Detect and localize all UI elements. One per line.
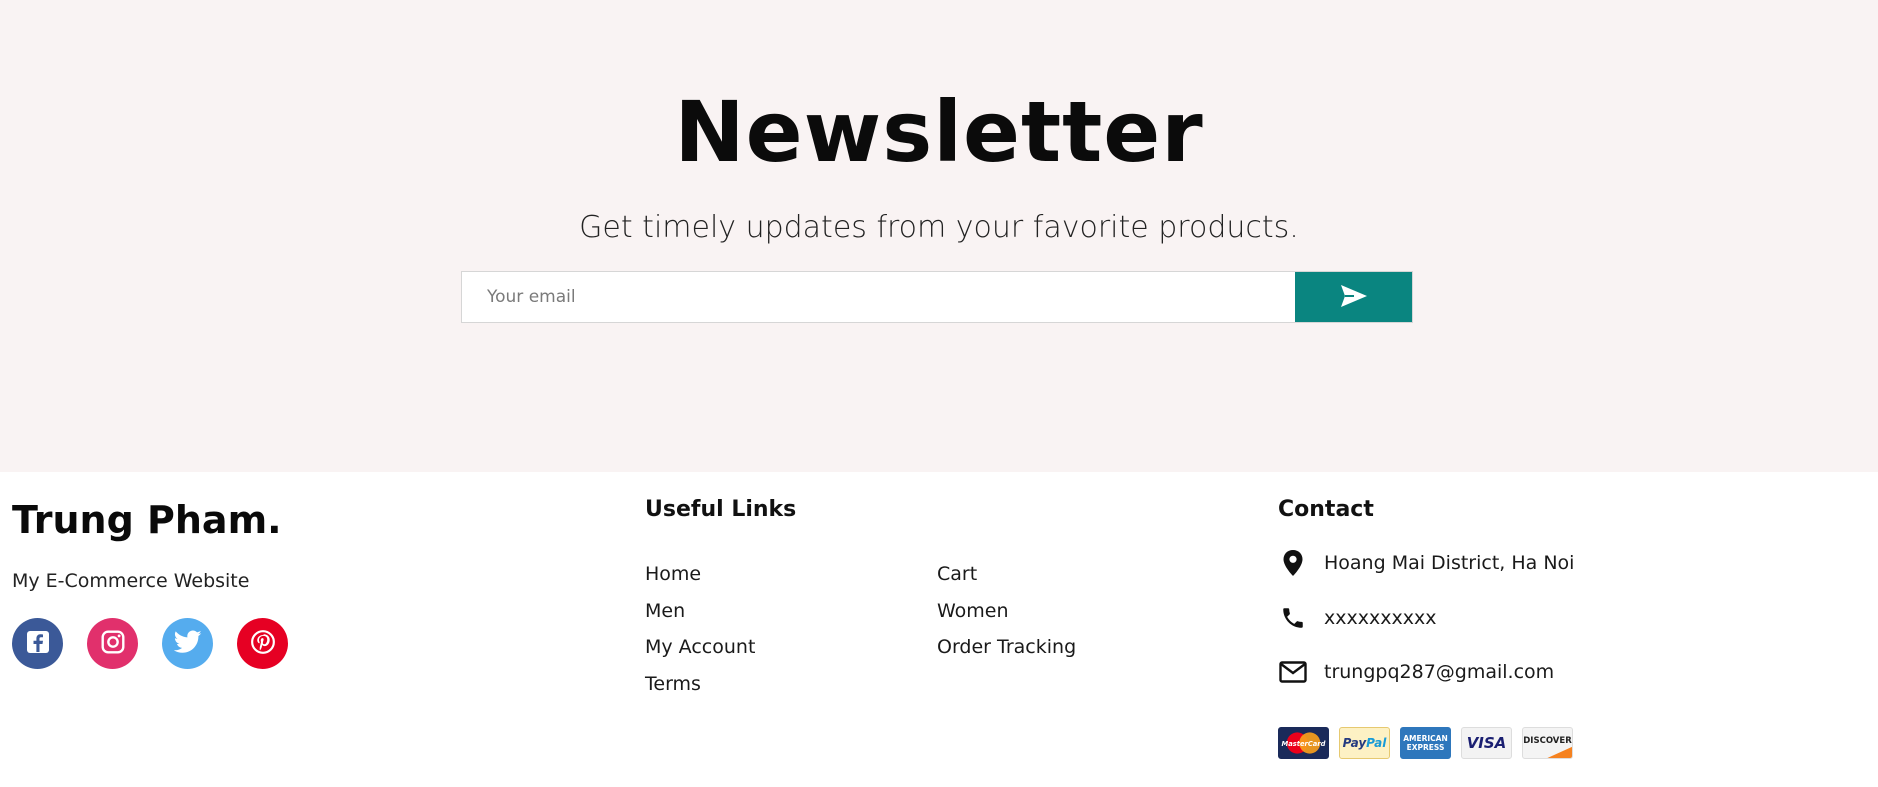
- link-men[interactable]: Men: [645, 598, 685, 624]
- contact-email-text[interactable]: trungpq287@gmail.com: [1324, 661, 1554, 683]
- mastercard-logo: MasterCard: [1278, 727, 1329, 759]
- contact-address: Hoang Mai District, Ha Noi: [1278, 548, 1574, 578]
- pinterest-icon: [250, 629, 276, 659]
- contact-phone-text: xxxxxxxxxx: [1324, 607, 1437, 629]
- facebook-link[interactable]: [12, 618, 63, 669]
- visa-logo: VISA: [1461, 727, 1512, 759]
- link-order-tracking[interactable]: Order Tracking: [937, 634, 1076, 660]
- payment-methods: MasterCard PayPal AMERICAN EXPRESS VISA …: [1278, 727, 1573, 759]
- instagram-icon: [100, 629, 126, 659]
- contact-address-text: Hoang Mai District, Ha Noi: [1324, 552, 1575, 574]
- link-cart[interactable]: Cart: [937, 561, 977, 587]
- footer-brand: Trung Pham.: [12, 498, 282, 542]
- twitter-icon: [173, 629, 202, 658]
- newsletter-form: [461, 271, 1413, 323]
- newsletter-title: Newsletter: [674, 83, 1204, 181]
- link-home[interactable]: Home: [645, 561, 701, 587]
- footer: Trung Pham. My E-Commerce Website Useful…: [0, 472, 1878, 787]
- contact-phone: xxxxxxxxxx: [1278, 603, 1436, 633]
- mastercard-text: MasterCard: [1282, 740, 1326, 748]
- subscribe-button[interactable]: [1295, 272, 1412, 322]
- discover-text: DISCOVER: [1523, 736, 1572, 746]
- facebook-icon: [26, 630, 50, 658]
- twitter-link[interactable]: [162, 618, 213, 669]
- newsletter-subtitle: Get timely updates from your favorite pr…: [579, 210, 1299, 245]
- link-terms[interactable]: Terms: [645, 671, 701, 697]
- amex-logo: AMERICAN EXPRESS: [1400, 727, 1451, 759]
- mail-icon: [1278, 657, 1308, 687]
- social-links: [12, 618, 288, 669]
- useful-links-title: Useful Links: [645, 497, 797, 522]
- location-pin-icon: [1278, 548, 1308, 578]
- link-my-account[interactable]: My Account: [645, 634, 755, 660]
- paypal-logo: PayPal: [1339, 727, 1390, 759]
- newsletter-section: Newsletter Get timely updates from your …: [0, 0, 1878, 472]
- instagram-link[interactable]: [87, 618, 138, 669]
- send-icon: [1340, 284, 1368, 311]
- footer-tagline: My E-Commerce Website: [12, 570, 250, 592]
- amex-text: AMERICAN EXPRESS: [1403, 734, 1448, 752]
- email-input[interactable]: [462, 272, 1295, 322]
- discover-logo: DISCOVER: [1522, 727, 1573, 759]
- pinterest-link[interactable]: [237, 618, 288, 669]
- link-women[interactable]: Women: [937, 598, 1009, 624]
- contact-title: Contact: [1278, 497, 1374, 522]
- visa-text: VISA: [1466, 734, 1507, 752]
- contact-email: trungpq287@gmail.com: [1278, 657, 1554, 687]
- phone-icon: [1278, 603, 1308, 633]
